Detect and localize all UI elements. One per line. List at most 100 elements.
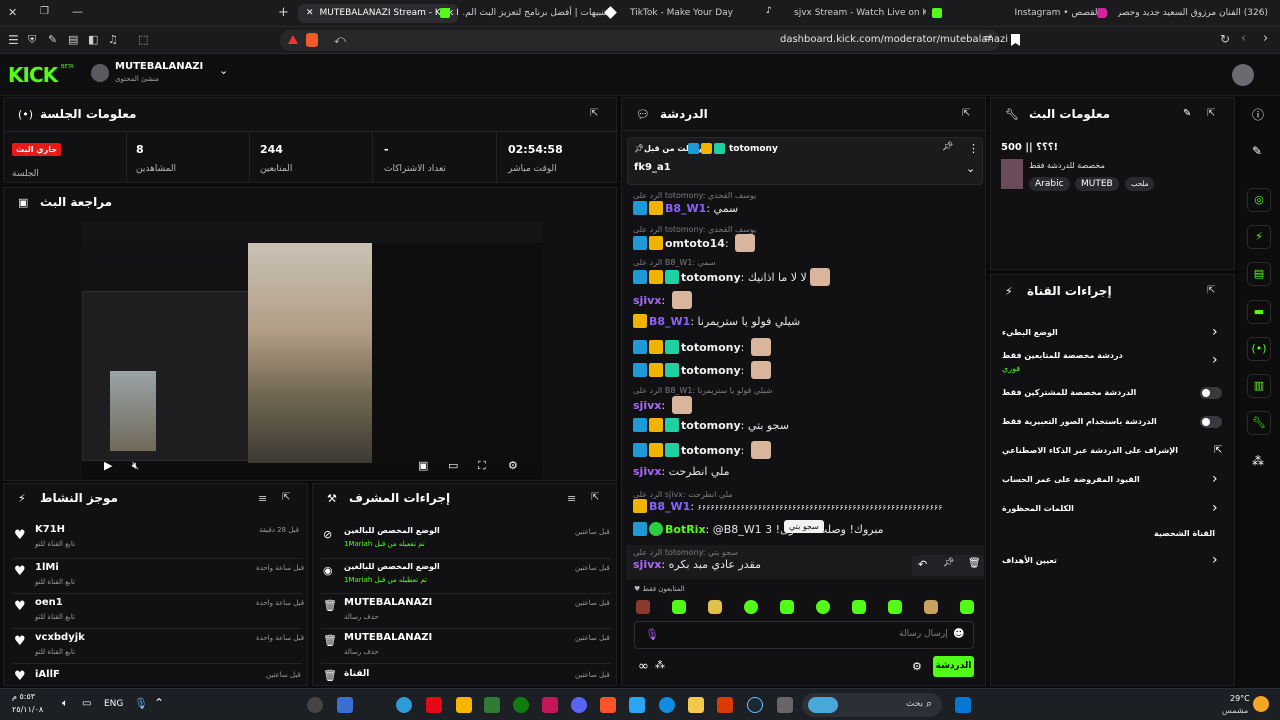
tab-instagram[interactable]: القصص • Instagram — [1010, 4, 1100, 23]
wrench-widget-icon[interactable]: 🔧︎ — [1247, 411, 1271, 435]
tab-sjvx-stream[interactable]: sjvx Stream - Watch Live on Kick — [786, 4, 926, 23]
reply-icon[interactable]: ↶ — [918, 558, 927, 571]
popout-icon[interactable]: ⇱ — [1207, 285, 1215, 296]
edge-app-icon[interactable] — [659, 697, 675, 713]
app-icon[interactable] — [484, 697, 500, 713]
emotes-only-row[interactable]: الدردشة باستخدام الصور التعبيرية فقط — [996, 415, 1228, 431]
network-icon[interactable]: ▭ — [82, 698, 91, 709]
chat-message[interactable]: totomony: — [633, 361, 771, 381]
settings-gear-icon[interactable]: ⚙ — [508, 459, 518, 472]
unpin-icon[interactable]: 📌︎ — [942, 142, 953, 152]
stream-video-player[interactable]: ▶ 🔇︎ ▣ ▭ ⛶ ⚙ — [82, 221, 542, 479]
delete-icon[interactable]: 🗑︎ — [968, 558, 981, 569]
app-icon[interactable] — [777, 697, 793, 713]
emoji-icon[interactable]: ☻ — [953, 627, 964, 640]
mod-widget-icon[interactable]: ▥ — [1247, 374, 1271, 398]
xbox-app-icon[interactable] — [513, 697, 529, 713]
popout-icon[interactable]: ⇱ — [590, 108, 598, 119]
subscribers-only-row[interactable]: الدردشة مخصصة للمشتركين فقط — [996, 386, 1228, 402]
tab-close-icon[interactable]: ✕ — [306, 8, 314, 18]
filter-icon[interactable]: ≡ — [258, 492, 267, 505]
emote[interactable] — [672, 600, 686, 614]
chat-message[interactable]: totomony: — [633, 441, 771, 461]
store-app-icon[interactable] — [629, 697, 645, 713]
close-window-icon[interactable]: ✕ — [8, 6, 17, 19]
discord-app-icon[interactable] — [571, 697, 587, 713]
chat-message[interactable]: totomony: لا لا ما اذانيك — [633, 268, 830, 288]
restore-window-icon[interactable]: ❐ — [40, 6, 49, 17]
miniplayer-icon[interactable]: ▣ — [418, 459, 428, 472]
account-age-row[interactable]: القيود المفروضة على عمر الحساب › — [996, 471, 1228, 489]
emote[interactable] — [924, 600, 938, 614]
screenshot-icon[interactable]: ⬚ — [138, 33, 148, 46]
play-icon[interactable]: ▶ — [104, 459, 112, 472]
emote[interactable] — [960, 600, 974, 614]
slow-mode-row[interactable]: الوضع البطيء › — [996, 324, 1228, 342]
tab-youtube[interactable]: (326) الفنان مرزوق السعيد جديد وحصري... — [1118, 4, 1268, 23]
sidebar-icon[interactable]: ◧ — [88, 33, 98, 46]
brave-rewards-icon[interactable] — [288, 35, 298, 44]
expand-chevron-icon[interactable]: ⌄ — [966, 162, 975, 175]
wallet-icon[interactable]: ▤ — [68, 33, 78, 46]
volume-icon[interactable]: 🔈︎ — [62, 698, 68, 709]
netflix-app-icon[interactable] — [426, 697, 442, 713]
chat-message[interactable]: B8_W1: ۶۶۶۶۶۶۶۶۶۶۶۶۶۶۶۶۶۶۶۶۶۶۶۶۶۶۶۶۶۶۶۶۶… — [633, 499, 943, 519]
tag[interactable]: ملحب — [1125, 177, 1155, 191]
app-icon[interactable] — [542, 697, 558, 713]
tune-icon[interactable]: ⇄ — [984, 33, 992, 44]
chat-message[interactable]: totomony: — [633, 338, 771, 358]
chat-message[interactable]: totomony: سجو بتي — [633, 418, 789, 438]
ai-moderation-row[interactable]: الإشراف على الدردشة عبر الذكاء الاصطناعي… — [996, 444, 1228, 460]
personal-channel-row[interactable]: القناة الشخصية — [996, 528, 1228, 542]
brave-app-icon[interactable] — [600, 697, 616, 713]
emote[interactable] — [708, 600, 722, 614]
menu-icon[interactable]: ☰ — [8, 33, 19, 47]
emotes-only-toggle[interactable] — [1200, 416, 1222, 428]
emote[interactable] — [744, 600, 758, 614]
banned-words-row[interactable]: الكلمات المحظورة › — [996, 500, 1228, 518]
extensions-icon[interactable]: ✎ — [48, 33, 57, 46]
set-goals-row[interactable]: تعيين الأهداف › — [996, 552, 1228, 570]
shield-app-icon[interactable] — [337, 697, 353, 713]
tab-kick-dashboard[interactable]: ✕ MUTEBALANAZI Stream - Kick D — [298, 4, 458, 23]
subscribers-only-toggle[interactable] — [1200, 387, 1222, 399]
mute-icon[interactable]: 🔇︎ — [132, 459, 139, 473]
category-name[interactable]: مخصصة للدردشة فقط — [1029, 161, 1105, 170]
office-app-icon[interactable] — [717, 697, 733, 713]
emote[interactable] — [852, 600, 866, 614]
emote[interactable] — [888, 600, 902, 614]
steam-app-icon[interactable] — [747, 697, 763, 713]
taskbar-search[interactable]: بحث ⌕ — [802, 693, 942, 717]
info-icon[interactable]: ⓘ — [1252, 106, 1264, 123]
live-widget-icon[interactable]: (•) — [1247, 337, 1271, 361]
share-icon[interactable]: ⤺ — [334, 33, 346, 47]
file-explorer-icon[interactable] — [688, 697, 704, 713]
drop-app-icon[interactable] — [396, 697, 412, 713]
more-options-icon[interactable]: ⋮ — [968, 142, 979, 155]
infinity-icon[interactable]: ∞ — [638, 659, 649, 674]
pin-icon[interactable]: 📌︎ — [943, 558, 954, 568]
chat-message[interactable]: sjivx: — [633, 291, 692, 311]
shield-icon[interactable]: ⛨ — [28, 33, 36, 47]
url-bar[interactable]: ⤺ dashboard.kick.com/moderator/mutebalan… — [280, 30, 1008, 51]
emote[interactable] — [816, 600, 830, 614]
followers-only-row[interactable]: دردشة مخصصة للمتابعين فقط فوري › — [996, 350, 1228, 378]
clock-time[interactable]: ٥:٥٣ م — [12, 692, 35, 701]
theater-icon[interactable]: ▭ — [448, 459, 458, 472]
chat-message[interactable]: sjivx: — [633, 396, 692, 416]
tag[interactable]: MUTEB — [1075, 177, 1119, 191]
chat-widget-icon[interactable]: ▬ — [1247, 300, 1271, 324]
channel-avatar[interactable] — [91, 64, 109, 82]
emote[interactable] — [636, 600, 650, 614]
send-chat-button[interactable]: الدردشة — [933, 656, 974, 677]
edit-icon[interactable]: ✎ — [1252, 144, 1262, 158]
user-avatar[interactable] — [1232, 64, 1254, 86]
notes-widget-icon[interactable]: ▤ — [1247, 262, 1271, 286]
obs-app-icon[interactable] — [307, 697, 323, 713]
session-widget-icon[interactable]: ◎ — [1247, 188, 1271, 212]
pinned-message[interactable]: 📌︎ أرسلت من قبل totomony 📌︎ ⋮ fk9_a1 ⌄ — [627, 137, 983, 185]
app-icon[interactable] — [456, 697, 472, 713]
chat-message[interactable]: B8_W1: سمي — [633, 201, 738, 221]
voice-icon[interactable]: 🎙︎ — [645, 628, 659, 641]
weather-temp[interactable]: 29°C — [1230, 694, 1250, 703]
